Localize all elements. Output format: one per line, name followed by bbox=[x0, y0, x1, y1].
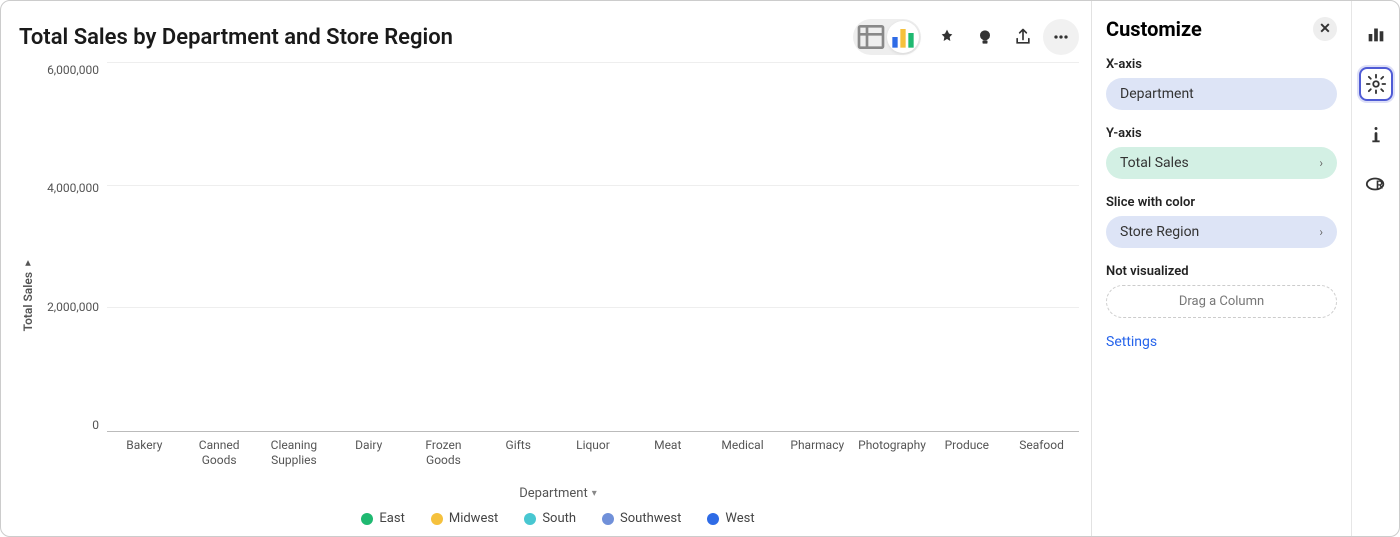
info-rail-button[interactable] bbox=[1359, 117, 1393, 151]
view-toggle bbox=[853, 19, 921, 55]
y-axis-field-label: Y-axis bbox=[1106, 126, 1337, 141]
x-tick-label: Bakery bbox=[107, 432, 182, 468]
y-tick: 4,000,000 bbox=[47, 181, 99, 195]
share-button[interactable] bbox=[1005, 19, 1041, 55]
chart-panel: Total Sales by Department and Store Regi… bbox=[1, 1, 1091, 536]
legend-swatch bbox=[361, 513, 373, 525]
chart-view-button[interactable] bbox=[887, 21, 919, 53]
legend-label: Southwest bbox=[620, 511, 681, 526]
legend-swatch bbox=[602, 513, 614, 525]
y-tick: 0 bbox=[92, 418, 99, 432]
chevron-right-icon: › bbox=[1319, 225, 1323, 239]
not-visualized-label: Not visualized bbox=[1106, 264, 1337, 279]
x-tick-label: Medical bbox=[705, 432, 780, 468]
x-tick-label: Dairy bbox=[331, 432, 406, 468]
x-axis-label[interactable]: Department ▾ bbox=[37, 486, 1079, 501]
x-tick-label: Seafood bbox=[1004, 432, 1079, 468]
slice-pill-text: Store Region bbox=[1120, 224, 1199, 240]
chart-config-rail-button[interactable] bbox=[1359, 17, 1393, 51]
legend-swatch bbox=[707, 513, 719, 525]
bar-chart-icon bbox=[887, 21, 919, 53]
more-icon bbox=[1051, 27, 1071, 47]
x-tick-label: Pharmacy bbox=[780, 432, 855, 468]
y-axis-pill-text: Total Sales bbox=[1120, 155, 1189, 171]
chart-legend: East Midwest South Southwest West bbox=[37, 511, 1079, 526]
y-tick: 2,000,000 bbox=[47, 300, 99, 314]
right-rail: R bbox=[1351, 1, 1399, 536]
customize-heading: Customize ✕ bbox=[1106, 17, 1337, 41]
x-axis-pill-text: Department bbox=[1120, 86, 1194, 102]
x-tick-label: Produce bbox=[929, 432, 1004, 468]
pin-icon bbox=[937, 27, 957, 47]
settings-rail-button[interactable] bbox=[1359, 67, 1393, 101]
legend-label: West bbox=[725, 511, 754, 526]
pin-button[interactable] bbox=[929, 19, 965, 55]
close-button[interactable]: ✕ bbox=[1313, 17, 1337, 41]
table-view-button[interactable] bbox=[855, 21, 887, 53]
legend-item[interactable]: West bbox=[707, 511, 754, 526]
x-axis-pill[interactable]: Department bbox=[1106, 78, 1337, 110]
legend-label: Midwest bbox=[449, 511, 498, 526]
chart-plot-area[interactable] bbox=[107, 63, 1079, 432]
r-rail-button[interactable]: R bbox=[1359, 167, 1393, 201]
slice-pill[interactable]: Store Region › bbox=[1106, 216, 1337, 248]
insight-button[interactable] bbox=[967, 19, 1003, 55]
lightbulb-icon bbox=[975, 27, 995, 47]
x-tick-label: FrozenGoods bbox=[406, 432, 481, 468]
x-axis-labels: BakeryCannedGoodsCleaningSuppliesDairyFr… bbox=[107, 432, 1079, 468]
customize-panel: Customize ✕ X-axis Department Y-axis Tot… bbox=[1091, 1, 1351, 536]
svg-text:R: R bbox=[1376, 179, 1383, 192]
y-tick: 6,000,000 bbox=[47, 63, 99, 77]
bar-chart-icon bbox=[1365, 23, 1387, 45]
x-tick-label: CleaningSupplies bbox=[257, 432, 332, 468]
x-tick-label: CannedGoods bbox=[182, 432, 257, 468]
chevron-down-icon: ▾ bbox=[592, 488, 597, 499]
chevron-right-icon: › bbox=[1319, 156, 1323, 170]
close-icon: ✕ bbox=[1319, 21, 1331, 37]
chart-toolbar bbox=[853, 19, 1079, 55]
info-icon bbox=[1365, 123, 1387, 145]
share-icon bbox=[1013, 27, 1033, 47]
x-tick-label: Photography bbox=[855, 432, 930, 468]
drop-column-zone[interactable]: Drag a Column bbox=[1106, 285, 1337, 318]
slice-field-label: Slice with color bbox=[1106, 195, 1337, 210]
legend-item[interactable]: East bbox=[361, 511, 404, 526]
chevron-down-icon: ▾ bbox=[23, 257, 34, 268]
legend-swatch bbox=[524, 513, 536, 525]
y-axis-label[interactable]: Total Sales ▾ bbox=[19, 257, 37, 331]
legend-swatch bbox=[431, 513, 443, 525]
legend-label: East bbox=[379, 511, 404, 526]
page-title: Total Sales by Department and Store Regi… bbox=[19, 25, 453, 50]
more-button[interactable] bbox=[1043, 19, 1079, 55]
legend-item[interactable]: Midwest bbox=[431, 511, 498, 526]
legend-item[interactable]: South bbox=[524, 511, 576, 526]
x-axis-label-text: Department bbox=[519, 486, 588, 501]
y-axis-pill[interactable]: Total Sales › bbox=[1106, 147, 1337, 179]
y-axis-label-text: Total Sales bbox=[21, 272, 35, 331]
x-tick-label: Liquor bbox=[556, 432, 631, 468]
x-tick-label: Gifts bbox=[481, 432, 556, 468]
legend-item[interactable]: Southwest bbox=[602, 511, 681, 526]
x-axis-field-label: X-axis bbox=[1106, 57, 1337, 72]
y-axis-ticks: 6,000,000 4,000,000 2,000,000 0 bbox=[37, 63, 107, 432]
table-icon bbox=[855, 21, 887, 53]
customize-heading-text: Customize bbox=[1106, 17, 1202, 41]
x-tick-label: Meat bbox=[630, 432, 705, 468]
gear-icon bbox=[1365, 73, 1387, 95]
r-icon: R bbox=[1365, 173, 1387, 195]
settings-link[interactable]: Settings bbox=[1106, 334, 1337, 350]
legend-label: South bbox=[542, 511, 576, 526]
